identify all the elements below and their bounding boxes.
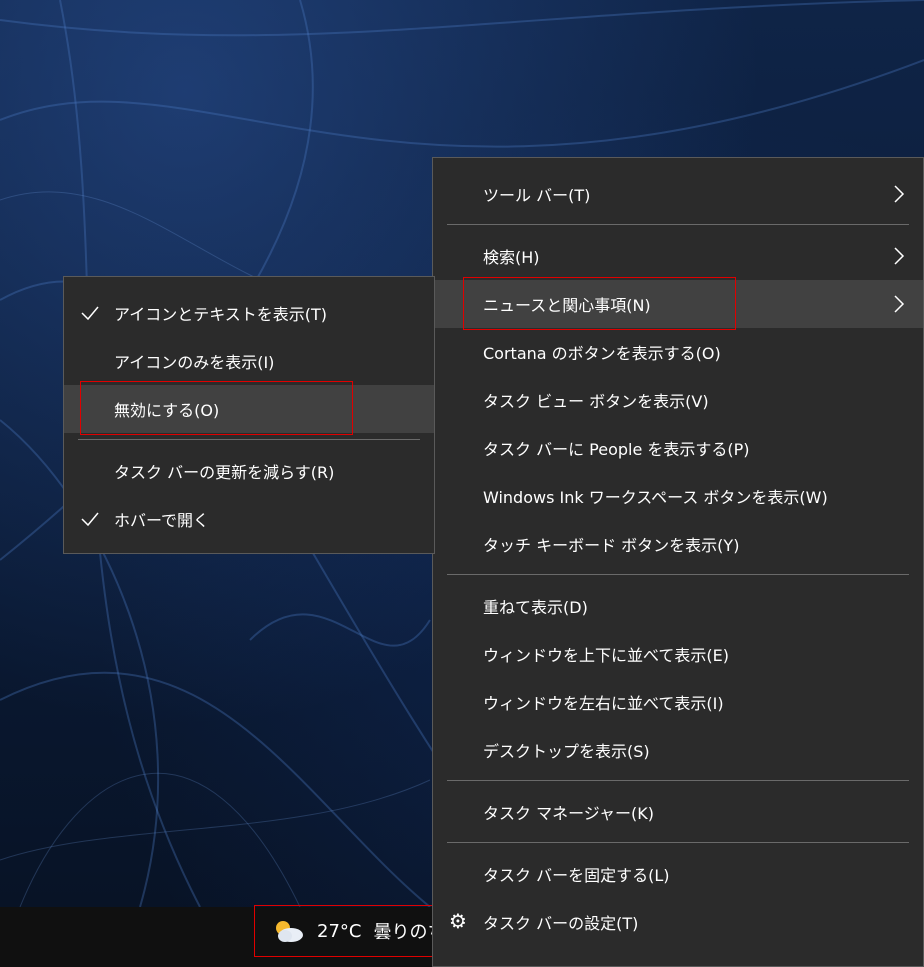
menu-item-news-and-interests[interactable]: ニュースと関心事項(N): [433, 280, 923, 328]
menu-item-label: タスク バーを固定する(L): [483, 866, 670, 885]
menu-item-task-manager[interactable]: タスク マネージャー(K): [433, 788, 923, 836]
menu-item-label: ウィンドウを上下に並べて表示(E): [483, 646, 729, 665]
menu-item-label: 検索(H): [483, 248, 540, 267]
menu-separator: [447, 224, 909, 225]
submenu-item-label: タスク バーの更新を減らす(R): [114, 463, 335, 482]
menu-item-toolbars[interactable]: ツール バー(T): [433, 170, 923, 218]
menu-item-cascade[interactable]: 重ねて表示(D): [433, 582, 923, 630]
menu-item-label: ツール バー(T): [483, 186, 591, 205]
menu-separator: [447, 842, 909, 843]
menu-item-label: タスク バーに People を表示する(P): [483, 440, 750, 459]
submenu-item-show-icon-only[interactable]: アイコンのみを表示(I): [64, 337, 434, 385]
menu-item-label: 重ねて表示(D): [483, 598, 588, 617]
submenu-item-label: アイコンのみを表示(I): [114, 353, 275, 372]
weather-temperature: 27°C: [317, 920, 362, 942]
submenu-item-turn-off[interactable]: 無効にする(O): [64, 385, 434, 433]
menu-item-label: タスク マネージャー(K): [483, 804, 654, 823]
menu-item-side-by-side[interactable]: ウィンドウを左右に並べて表示(I): [433, 678, 923, 726]
gear-icon: ⚙: [449, 909, 467, 933]
menu-item-lock-taskbar[interactable]: タスク バーを固定する(L): [433, 850, 923, 898]
menu-item-label: ニュースと関心事項(N): [483, 296, 651, 315]
menu-item-stack[interactable]: ウィンドウを上下に並べて表示(E): [433, 630, 923, 678]
menu-item-label: タスク バーの設定(T): [483, 914, 639, 933]
menu-separator: [447, 574, 909, 575]
taskbar-context-menu: ツール バー(T) 検索(H) ニュースと関心事項(N) Cortana のボタ…: [432, 157, 924, 967]
menu-item-cortana-button[interactable]: Cortana のボタンを表示する(O): [433, 328, 923, 376]
chevron-right-icon: [894, 247, 905, 265]
chevron-right-icon: [894, 185, 905, 203]
menu-item-taskbar-settings[interactable]: ⚙ タスク バーの設定(T): [433, 898, 923, 946]
chevron-right-icon: [894, 295, 905, 313]
menu-item-label: デスクトップを表示(S): [483, 742, 650, 761]
news-and-interests-submenu: アイコンとテキストを表示(T) アイコンのみを表示(I) 無効にする(O) タス…: [63, 276, 435, 554]
menu-item-label: タッチ キーボード ボタンを表示(Y): [483, 536, 740, 555]
submenu-item-label: アイコンとテキストを表示(T): [114, 305, 327, 324]
submenu-item-label: 無効にする(O): [114, 401, 220, 420]
menu-item-search[interactable]: 検索(H): [433, 232, 923, 280]
menu-item-label: Cortana のボタンを表示する(O): [483, 344, 721, 363]
menu-item-people[interactable]: タスク バーに People を表示する(P): [433, 424, 923, 472]
menu-item-show-desktop[interactable]: デスクトップを表示(S): [433, 726, 923, 774]
menu-separator: [78, 439, 420, 440]
submenu-item-open-on-hover[interactable]: ホバーで開く: [64, 495, 434, 543]
menu-item-label: Windows Ink ワークスペース ボタンを表示(W): [483, 488, 828, 507]
submenu-item-label: ホバーで開く: [114, 511, 210, 530]
checkmark-icon: [81, 306, 99, 321]
menu-item-task-view-button[interactable]: タスク ビュー ボタンを表示(V): [433, 376, 923, 424]
menu-item-label: タスク ビュー ボタンを表示(V): [483, 392, 709, 411]
checkmark-icon: [81, 512, 99, 527]
menu-separator: [447, 780, 909, 781]
partly-cloudy-icon: [271, 918, 305, 944]
submenu-item-reduce-taskbar-updates[interactable]: タスク バーの更新を減らす(R): [64, 447, 434, 495]
menu-item-touch-keyboard[interactable]: タッチ キーボード ボタンを表示(Y): [433, 520, 923, 568]
menu-item-windows-ink[interactable]: Windows Ink ワークスペース ボタンを表示(W): [433, 472, 923, 520]
submenu-item-show-icon-and-text[interactable]: アイコンとテキストを表示(T): [64, 289, 434, 337]
menu-item-label: ウィンドウを左右に並べて表示(I): [483, 694, 724, 713]
